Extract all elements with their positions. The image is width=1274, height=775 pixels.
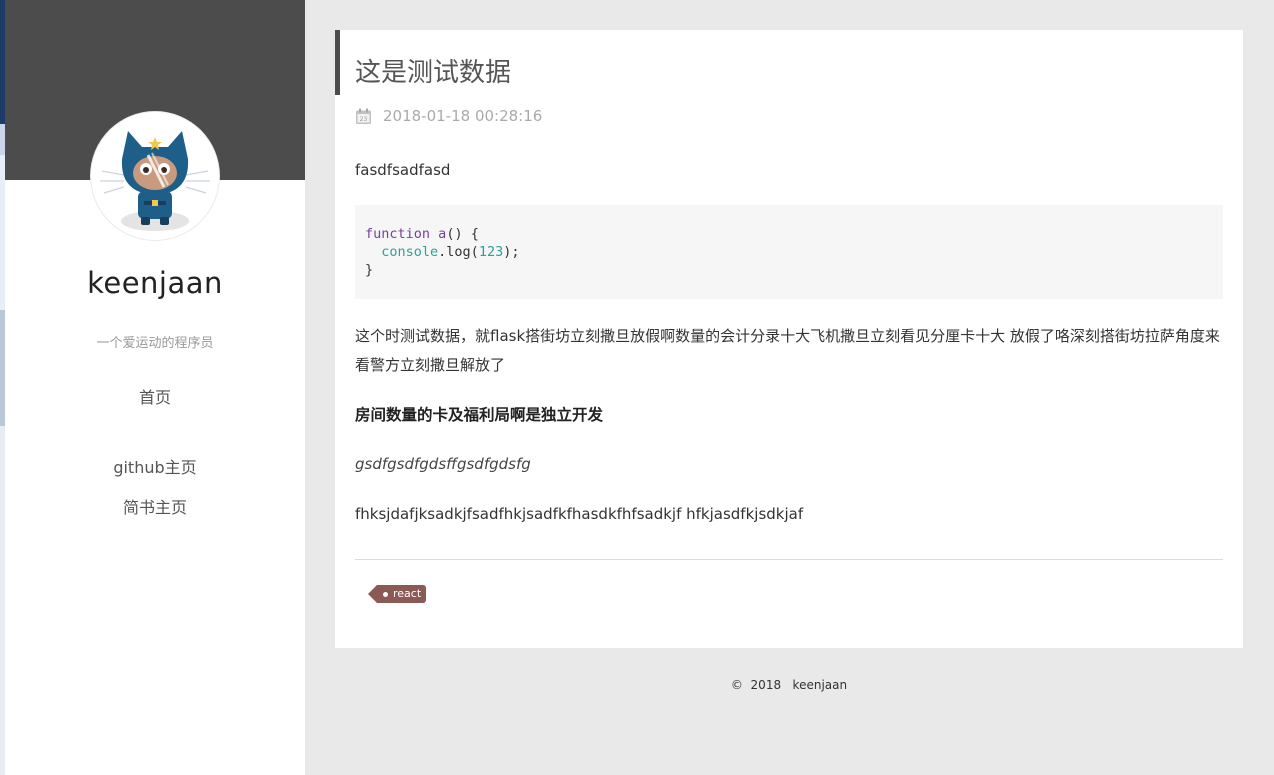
title-accent-bar [335, 30, 340, 95]
code-text: () { [446, 226, 479, 242]
copyright-symbol: © [730, 678, 743, 692]
code-number: 123 [478, 244, 504, 260]
tag-label: react [393, 587, 422, 600]
post-card: 这是测试数据 23 2018-01-18 00:28:16 fasdfsadfa… [335, 30, 1243, 648]
code-text: .log( [438, 244, 479, 260]
code-text: ); [503, 244, 520, 260]
post-meta: 23 2018-01-18 00:28:16 [355, 106, 542, 126]
post-paragraph: 这个时测试数据，就flask搭街坊立刻撒旦放假啊数量的会计分录十大飞机撒旦立刻看… [355, 327, 1220, 374]
post-title: 这是测试数据 [355, 58, 512, 88]
code-line: function a() { [365, 225, 1213, 243]
code-text: } [365, 262, 374, 278]
nav-link-jianshu[interactable]: 简书主页 [5, 494, 305, 518]
post-bold-heading: 房间数量的卡及福利局啊是独立开发 [355, 406, 604, 424]
calendar-icon: 23 [356, 108, 371, 124]
code-line: } [365, 261, 1213, 279]
sidebar: keenjaan 一个爱运动的程序员 首页 github主页 简书主页 [5, 0, 305, 775]
tag-react[interactable]: react [367, 585, 427, 603]
nav-link-github[interactable]: github主页 [5, 454, 305, 478]
divider [355, 559, 1223, 560]
footer-year: 2018 [750, 678, 782, 692]
site-name[interactable]: keenjaan [5, 266, 305, 300]
post-italic-text: gsdfgsdfgdsffgsdfgdsfg [355, 455, 531, 473]
post-paragraph: fhksjdafjksadkjfsadfhkjsadfkfhasdkfhfsad… [355, 505, 804, 523]
svg-text:23: 23 [360, 116, 368, 123]
nav-link-home[interactable]: 首页 [5, 384, 305, 408]
post-paragraph: fasdfsadfasd [355, 161, 451, 179]
code-object: console [381, 244, 439, 260]
post-date: 2018-01-18 00:28:16 [383, 107, 543, 125]
footer: © 2018 keenjaan [335, 678, 1243, 692]
site-description: 一个爱运动的程序员 [96, 336, 214, 351]
octocat-avatar-icon[interactable] [91, 112, 219, 240]
tag-dot-icon [383, 591, 388, 597]
code-line: console.log(123); [365, 243, 1213, 261]
code-keyword: function [365, 226, 431, 242]
footer-author: keenjaan [792, 678, 848, 692]
octocat-avatar-graphic [94, 115, 216, 237]
code-block: function a() { console.log(123);} [355, 205, 1223, 299]
